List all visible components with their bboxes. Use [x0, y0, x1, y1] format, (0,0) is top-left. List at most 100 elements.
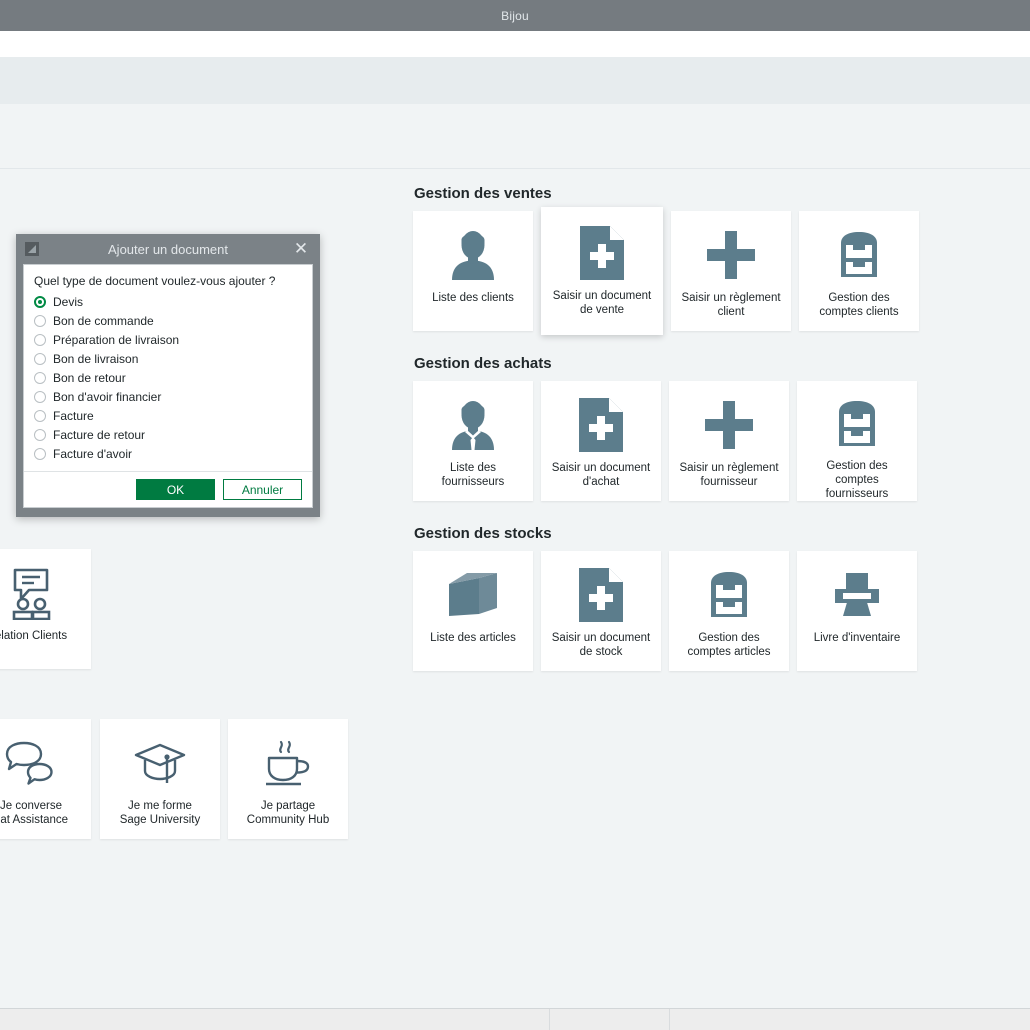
box-icon [413, 563, 533, 627]
dialog-button-bar: OK Annuler [24, 471, 312, 507]
tile-label-line1: Je partage [260, 800, 316, 812]
tile-label: Gestion des comptes fournisseurs [825, 460, 889, 500]
tile-je-converse[interactable]: Je converse hat Assistance [0, 719, 91, 839]
status-cell [550, 1009, 671, 1030]
tile-liste-des-fournisseurs[interactable]: Liste des fournisseurs [413, 381, 533, 501]
status-cell [670, 1009, 1030, 1030]
radio-option-bon-de-commande[interactable]: Bon de commande [34, 311, 302, 330]
file-drawer-icon [669, 563, 789, 627]
crm-chat-people-icon [0, 563, 91, 625]
tile-label: elation Clients [0, 630, 68, 642]
status-bar [0, 1008, 1030, 1030]
document-plus-icon [541, 563, 661, 627]
tile-gestion-des-comptes-clients[interactable]: Gestion des comptes clients [799, 211, 919, 331]
tile-label: Saisir un document d'achat [551, 462, 651, 488]
graduation-cap-icon [100, 733, 220, 795]
plus-icon [671, 223, 791, 287]
section-stocks: Gestion des stocks Liste des articles Sa… [413, 525, 917, 671]
plus-icon [669, 393, 789, 457]
tile-saisir-un-document-de-vente[interactable]: Saisir un document de vente [541, 207, 663, 335]
tile-label: Saisir un document de vente [552, 290, 652, 316]
radio-option-facture[interactable]: Facture [34, 406, 302, 425]
dialog-body: Quel type de document voulez-vous ajoute… [23, 264, 313, 508]
section-title: Gestion des stocks [414, 525, 552, 542]
radio-option-bon-davoir-financier[interactable]: Bon d'avoir financier [34, 387, 302, 406]
tile-label: Je partage Community Hub [241, 799, 335, 827]
ribbon-toolbar: eur Trier [0, 57, 1030, 155]
status-cell [0, 1009, 551, 1030]
person-tie-icon [413, 393, 533, 457]
tile-saisir-un-document-dachat[interactable]: Saisir un document d'achat [541, 381, 661, 501]
cancel-button[interactable]: Annuler [223, 479, 302, 500]
tile-label: Liste des fournisseurs [441, 462, 505, 488]
add-document-dialog: Ajouter un document ✕ Quel type de docum… [16, 234, 320, 517]
radio-option-facture-davoir[interactable]: Facture d'avoir [34, 444, 302, 463]
tile-je-me-forme[interactable]: Je me forme Sage University [100, 719, 220, 839]
menu-strip [0, 31, 1030, 57]
radio-mark-icon [34, 409, 46, 422]
app-icon [25, 242, 39, 256]
radio-mark-icon [34, 428, 46, 441]
radio-label: Facture [53, 408, 94, 423]
radio-mark-icon [34, 352, 46, 365]
tile-label-line1: Je converse [0, 800, 62, 812]
window-titlebar: Bijou [0, 0, 1030, 31]
tile-row: Liste des fournisseurs Saisir un documen… [413, 381, 917, 501]
tile-row: Liste des clients Saisir un document de … [413, 207, 919, 335]
tile-label: Je me forme Sage University [114, 799, 207, 827]
window-title: Bijou [501, 8, 529, 23]
radio-mark-icon [34, 295, 46, 308]
radio-label: Bon d'avoir financier [53, 389, 162, 404]
section-title: Gestion des ventes [414, 185, 552, 202]
radio-mark-icon [34, 390, 46, 403]
radio-mark-icon [34, 333, 46, 346]
radio-label: Facture d'avoir [53, 446, 132, 461]
radio-label: Facture de retour [53, 427, 146, 442]
radio-label: Bon de commande [53, 313, 154, 328]
file-drawer-icon [797, 393, 917, 455]
tile-label: Gestion des comptes clients [819, 292, 899, 318]
radio-mark-icon [34, 447, 46, 460]
tile-gestion-des-comptes-articles[interactable]: Gestion des comptes articles [669, 551, 789, 671]
tile-label: Saisir un règlement client [681, 292, 781, 318]
dialog-title: Ajouter un document [108, 241, 228, 257]
dialog-titlebar: Ajouter un document ✕ [16, 234, 320, 264]
ok-button[interactable]: OK [136, 479, 215, 500]
document-type-radio-group[interactable]: Devis Bon de commande Préparation de liv… [24, 292, 312, 471]
radio-mark-icon [34, 314, 46, 327]
file-drawer-icon [799, 223, 919, 287]
tile-liste-des-clients[interactable]: Liste des clients [413, 211, 533, 331]
radio-option-devis[interactable]: Devis [34, 292, 302, 311]
tile-label: Saisir un document de stock [551, 632, 651, 658]
radio-option-preparation-de-livraison[interactable]: Préparation de livraison [34, 330, 302, 349]
speech-bubbles-icon [0, 733, 91, 795]
tile-liste-des-articles[interactable]: Liste des articles [413, 551, 533, 671]
radio-label: Bon de retour [53, 370, 126, 385]
radio-label: Bon de livraison [53, 351, 139, 366]
tile-gestion-des-comptes-fournisseurs[interactable]: Gestion des comptes fournisseurs [797, 381, 917, 501]
section-achats: Gestion des achats Liste des fournisseur… [413, 355, 917, 501]
person-icon [413, 223, 533, 287]
document-plus-icon [541, 393, 661, 457]
tile-label: Gestion des comptes articles [687, 632, 771, 658]
tile-label: Liste des articles [430, 632, 516, 644]
radio-option-bon-de-retour[interactable]: Bon de retour [34, 368, 302, 387]
tile-label-line2: hat Assistance [0, 814, 69, 826]
tile-saisir-un-document-de-stock[interactable]: Saisir un document de stock [541, 551, 661, 671]
tile-relation-clients[interactable]: elation Clients [0, 549, 91, 669]
coffee-cup-icon [228, 733, 348, 795]
application-window: Bijou eur Trier [0, 0, 1030, 1030]
tile-label-line1: Je me forme [128, 800, 192, 812]
radio-option-bon-de-livraison[interactable]: Bon de livraison [34, 349, 302, 368]
tile-saisir-un-reglement-client[interactable]: Saisir un règlement client [671, 211, 791, 331]
close-icon[interactable]: ✕ [292, 240, 310, 258]
dialog-question: Quel type de document voulez-vous ajoute… [34, 274, 276, 288]
radio-mark-icon [34, 371, 46, 384]
tile-saisir-un-reglement-fournisseur[interactable]: Saisir un règlement fournisseur [669, 381, 789, 501]
tile-label: Saisir un règlement fournisseur [679, 462, 779, 488]
document-plus-icon [541, 221, 663, 285]
tile-livre-dinventaire[interactable]: Livre d'inventaire [797, 551, 917, 671]
content-header-band [0, 104, 1030, 169]
tile-je-partage[interactable]: Je partage Community Hub [228, 719, 348, 839]
radio-option-facture-de-retour[interactable]: Facture de retour [34, 425, 302, 444]
